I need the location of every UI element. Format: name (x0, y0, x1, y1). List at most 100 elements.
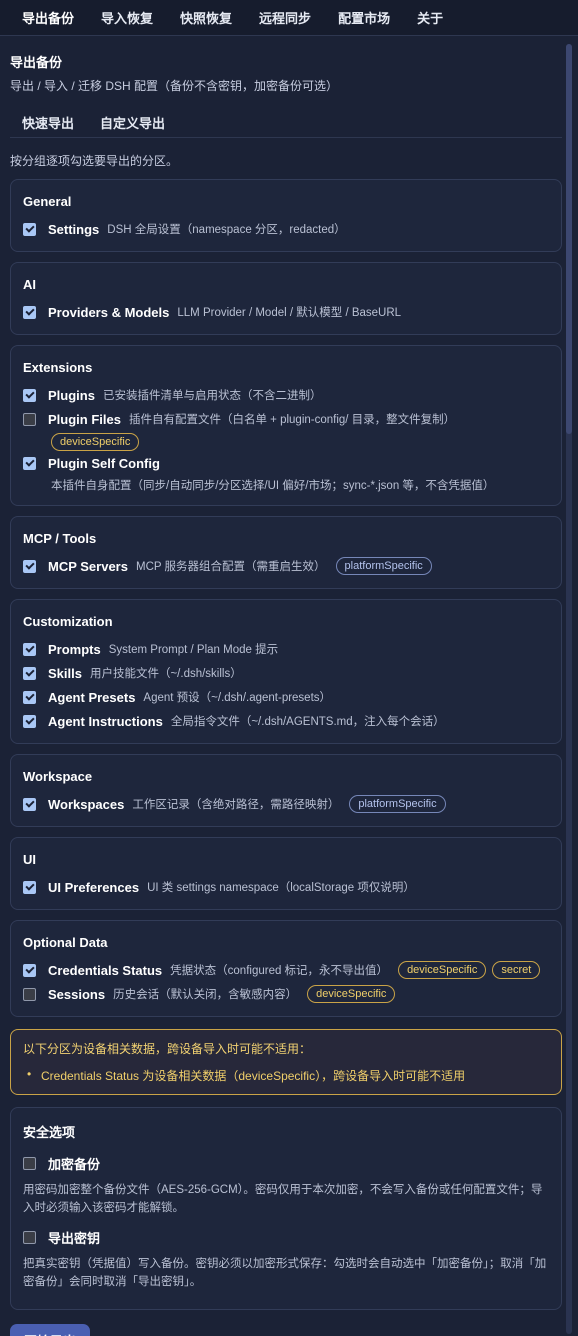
section-group: Optional Data Credentials Status 凭据状态（conf… (10, 920, 562, 1017)
section-name: Agent Instructions (48, 713, 163, 729)
section-item[interactable]: Plugins 已安装插件清单与启用状态（不含二进制） (23, 383, 549, 407)
section-item[interactable]: Workspaces 工作区记录（含绝对路径，需路径映射） platformSpec… (23, 792, 549, 816)
section-checkbox[interactable] (23, 963, 36, 977)
section-checkbox[interactable] (23, 714, 36, 728)
top-nav: 导出备份 导入恢复 快照恢复 远程同步 配置市场 关于 (0, 0, 578, 36)
tab-import[interactable]: 导入恢复 (101, 8, 153, 27)
security-title: 安全选项 (23, 1125, 76, 1140)
section-badge: deviceSpecific (51, 433, 140, 451)
section-name: UI Preferences (48, 879, 140, 895)
page-title: 导出备份 (10, 55, 63, 70)
section-desc: 工作区记录（含绝对路径，需路径映射） (132, 799, 340, 811)
section-name: Plugin Self Config (48, 455, 160, 471)
tab-remote-sync[interactable]: 远程同步 (259, 8, 311, 27)
tab-quick-export[interactable]: 快速导出 (22, 113, 74, 132)
section-item[interactable]: Providers & Models LLM Provider / Model /… (23, 300, 549, 324)
export-key-label: 导出密钥 (48, 1230, 101, 1246)
section-desc: 历史会话（默认关闭，含敏感内容） (113, 989, 298, 1001)
encrypt-checkbox[interactable] (23, 1156, 36, 1170)
export-key-desc: 把真实密钥（凭据值）写入备份。密钥必须以加密形式保存：勾选时会自动选中「加密备份… (23, 1258, 547, 1288)
section-name: Agent Presets (48, 689, 136, 705)
section-group: General Settings DSH 全局设置（namespace 分区，red… (10, 179, 562, 252)
section-group: AI Providers & Models LLM Provider / Model… (10, 262, 562, 335)
warning-title: 以下分区为设备相关数据，跨设备导入时可能不适用： (23, 1042, 312, 1056)
section-item[interactable]: Settings DSH 全局设置（namespace 分区，redacted） (23, 217, 549, 241)
scrollbar-thumb[interactable] (566, 44, 572, 434)
section-checkbox[interactable] (23, 666, 36, 680)
section-checkbox[interactable] (23, 797, 36, 811)
group-title: Optional Data (23, 935, 108, 950)
group-title: UI (23, 852, 36, 867)
section-checkbox[interactable] (23, 305, 36, 319)
section-desc: 凭据状态（configured 标记，永不导出值） (170, 965, 389, 977)
section-groups: General Settings DSH 全局设置（namespace 分区，red… (10, 179, 562, 1017)
section-desc: DSH 全局设置（namespace 分区，redacted） (107, 224, 346, 236)
section-name: MCP Servers (48, 558, 128, 574)
section-item[interactable]: Agent Presets Agent 预设（~/.dsh/.agent-pres… (23, 685, 549, 709)
section-item[interactable]: Prompts System Prompt / Plan Mode 提示 (23, 637, 549, 661)
section-item[interactable]: Plugin Files 插件自有配置文件（白名单 + plugin-config… (23, 407, 549, 431)
section-item[interactable]: MCP Servers MCP 服务器组合配置（需重启生效） platformSpe… (23, 554, 549, 578)
section-checkbox[interactable] (23, 412, 36, 426)
section-name: Prompts (48, 641, 101, 657)
group-title: Customization (23, 614, 113, 629)
group-title: Extensions (23, 360, 93, 375)
section-desc: System Prompt / Plan Mode 提示 (108, 644, 279, 656)
section-item[interactable]: Agent Instructions 全局指令文件（~/.dsh/AGENTS.m… (23, 709, 549, 733)
group-title: AI (23, 277, 36, 292)
section-item[interactable]: UI Preferences UI 类 settings namespace（lo… (23, 875, 549, 899)
section-name: Plugin Files (48, 411, 121, 427)
section-group: MCP / Tools MCP Servers MCP 服务器组合配置（需重启生效）… (10, 516, 562, 589)
section-checkbox[interactable] (23, 222, 36, 236)
section-checkbox[interactable] (23, 559, 36, 573)
section-group: Customization Prompts System Prompt / Plan… (10, 599, 562, 744)
scrollbar[interactable] (566, 44, 572, 1334)
secret-badge: secret (492, 961, 541, 979)
section-checkbox[interactable] (23, 987, 36, 1001)
section-group: Extensions Plugins 已安装插件清单与启用状态（不含二进制） Plug… (10, 345, 562, 506)
section-hint: 按分组逐项勾选要导出的分区。 (10, 154, 179, 168)
section-badge: platformSpecific (335, 557, 432, 575)
section-badge: deviceSpecific (398, 961, 487, 979)
section-desc: UI 类 settings namespace（localStorage 项仅说… (147, 882, 415, 894)
tab-config-market[interactable]: 配置市场 (338, 8, 390, 27)
section-checkbox[interactable] (23, 456, 36, 470)
section-checkbox[interactable] (23, 642, 36, 656)
section-name: Credentials Status (48, 962, 163, 978)
section-name: Settings (48, 221, 100, 237)
section-item[interactable]: Sessions 历史会话（默认关闭，含敏感内容） deviceSpecific (23, 982, 549, 1006)
encrypt-desc: 用密码加密整个备份文件（AES-256-GCM）。密码仅用于本次加密，不会写入备… (23, 1184, 543, 1214)
encrypt-label: 加密备份 (48, 1156, 101, 1172)
section-item[interactable]: Credentials Status 凭据状态（configured 标记，永不导… (23, 958, 549, 982)
export-mode-tabs: 快速导出 自定义导出 (10, 108, 562, 138)
page-subtitle: 导出 / 导入 / 迁移 DSH 配置（备份不含密钥，加密备份可选） (10, 79, 339, 93)
tab-export[interactable]: 导出备份 (22, 8, 74, 27)
group-title: Workspace (23, 769, 93, 784)
section-desc: LLM Provider / Model / 默认模型 / BaseURL (177, 307, 402, 319)
warning-item: Credentials Status 为设备相关数据（deviceSpecifi… (23, 1067, 549, 1084)
group-title: MCP / Tools (23, 531, 97, 546)
section-item[interactable]: Plugin Self Config (23, 451, 549, 475)
section-checkbox[interactable] (23, 690, 36, 704)
section-desc: MCP 服务器组合配置（需重启生效） (135, 561, 326, 573)
section-item[interactable]: Skills 用户技能文件（~/.dsh/skills） (23, 661, 549, 685)
tab-snapshot[interactable]: 快照恢复 (180, 8, 232, 27)
encrypt-option[interactable]: 加密备份 (23, 1151, 549, 1175)
section-checkbox[interactable] (23, 880, 36, 894)
section-desc: 插件自有配置文件（白名单 + plugin-config/ 目录，整文件复制） (128, 414, 456, 426)
section-name: Providers & Models (48, 304, 170, 320)
section-badge-row: deviceSpecific (23, 433, 549, 451)
start-export-button[interactable]: 开始导出 (10, 1324, 91, 1336)
export-key-checkbox[interactable] (23, 1230, 36, 1244)
tab-custom-export[interactable]: 自定义导出 (100, 113, 165, 132)
section-badge: deviceSpecific (307, 985, 396, 1003)
section-desc: 用户技能文件（~/.dsh/skills） (89, 668, 242, 680)
section-checkbox[interactable] (23, 388, 36, 402)
main-content: 导出备份 导出 / 导入 / 迁移 DSH 配置（备份不含密钥，加密备份可选） … (10, 36, 562, 1336)
section-group: UI UI Preferences UI 类 settings namespace（… (10, 837, 562, 910)
tab-about[interactable]: 关于 (417, 8, 443, 27)
section-name: Workspaces (48, 796, 125, 812)
section-badge: platformSpecific (349, 795, 446, 813)
section-desc: 已安装插件清单与启用状态（不含二进制） (102, 390, 322, 402)
export-key-option[interactable]: 导出密钥 (23, 1225, 549, 1249)
